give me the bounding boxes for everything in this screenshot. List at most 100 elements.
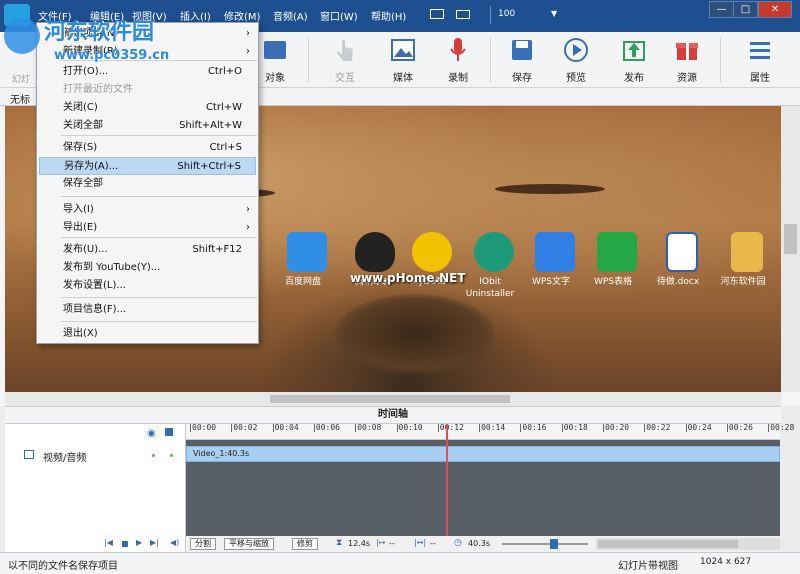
menu-separator [61, 297, 257, 298]
stage-vertical-scrollbar[interactable] [781, 106, 800, 392]
timeline-track-area[interactable]: Video_1:40.3s [186, 440, 780, 536]
desktop-icon-wps-sheet[interactable]: WPS表格 [583, 232, 643, 296]
toolbar-divider [720, 38, 721, 82]
status-dimensions: 1024 x 627 [700, 557, 752, 567]
close-button[interactable]: ✕ [758, 1, 792, 18]
menu-item-label: 项目信息(F)... [63, 304, 127, 315]
playhead[interactable] [446, 424, 449, 536]
current-time: 12.4s [348, 539, 370, 548]
file-menu-item[interactable]: 发布(U)... Shift+F12 [39, 241, 256, 259]
visibility-dot[interactable] [152, 454, 155, 457]
toolbar-divider [308, 38, 309, 82]
pan-zoom-button[interactable]: 平移与缩放 [224, 538, 274, 550]
scroll-thumb[interactable] [598, 540, 738, 548]
volume-icon[interactable]: ◀) [170, 538, 179, 547]
menu-lines-icon [750, 42, 770, 59]
track-row-video-audio[interactable]: 视频/音频 [5, 446, 185, 464]
forward-icon[interactable]: ▶| [150, 538, 159, 547]
chevron-right-icon: › [246, 28, 250, 39]
desktop-icon-label: 待做.docx [656, 277, 700, 287]
file-menu-item[interactable]: 另存为(A)... Shift+Ctrl+S [39, 157, 256, 175]
zoom-select[interactable]: 100 ▼ [490, 6, 562, 24]
file-menu-item[interactable]: 导入(I) › [39, 201, 256, 219]
zoom-slider[interactable] [502, 539, 588, 549]
desktop-icon-baidu[interactable]: 百度网盘 [273, 232, 333, 296]
gift-box-icon [676, 43, 698, 60]
split-button[interactable]: 分割 [190, 538, 216, 550]
preview-button[interactable]: 预览 [549, 32, 603, 88]
desktop-icon-folder[interactable]: 河东软件园 [713, 232, 773, 296]
ruler-tick-label: 00:08 [355, 423, 382, 432]
file-menu-item[interactable]: 退出(X) [39, 325, 256, 343]
file-menu-item[interactable]: 保存(S) Ctrl+S [39, 139, 256, 157]
file-menu-item[interactable]: 项目信息(F)... [39, 301, 256, 319]
menu-item-label: 导入(I) [63, 204, 94, 215]
file-menu-item[interactable]: 关闭全部 Shift+Alt+W [39, 117, 256, 135]
file-menu-dropdown: 新建项目(N) › 新建录制(R) › 打开(O)... Ctrl+O 打开最近的文件 关闭(… [36, 22, 259, 344]
lock-dot[interactable] [170, 454, 173, 457]
desktop-icon-label: IObit Uninstaller [465, 277, 515, 299]
chevron-right-icon: › [246, 204, 250, 215]
total-duration: 40.3s [468, 539, 490, 548]
document-tab[interactable]: 无标 [10, 91, 30, 106]
publish-button[interactable]: 发布 [607, 32, 661, 88]
stop-icon[interactable] [122, 541, 128, 547]
menu-item-label: 保存全部 [63, 178, 103, 189]
menu-window[interactable]: 窗口(W) [320, 8, 358, 23]
toolbar-divider [490, 38, 491, 82]
desktop-icon-wps-writer[interactable]: WPS文字 [521, 232, 581, 296]
wps-sheet-icon [597, 232, 637, 272]
media-button[interactable]: 媒体 [376, 32, 430, 88]
keyboard-icon[interactable] [430, 9, 444, 19]
desktop-icon-iobit[interactable]: IObit Uninstaller [460, 232, 520, 299]
objects-icon [264, 41, 286, 59]
preview-label: 预览 [566, 73, 586, 84]
menu-modify[interactable]: 修改(M) [224, 8, 260, 23]
scroll-thumb[interactable] [270, 395, 510, 403]
lock-icon[interactable] [165, 428, 173, 436]
minimize-button[interactable]: — [709, 1, 734, 18]
play-small-icon[interactable]: ▶ [136, 538, 142, 547]
timeline-horizontal-scrollbar[interactable] [596, 538, 780, 550]
menu-item-label: 导出(E) [63, 222, 98, 233]
desktop-icon-docx[interactable]: 待做.docx [648, 232, 708, 296]
desktop-icon-qq[interactable]: 腾讯QQ [341, 232, 401, 296]
file-menu-item[interactable]: 发布设置(L)... [39, 277, 256, 295]
save-button[interactable]: 保存 [495, 32, 549, 88]
scroll-thumb[interactable] [784, 224, 797, 254]
mail-icon[interactable] [456, 10, 470, 19]
maximize-button[interactable]: □ [733, 1, 758, 18]
record-button[interactable]: 录制 [431, 32, 485, 88]
chevron-right-icon: › [246, 46, 250, 57]
status-bar: 以不同的文件名保存项目 幻灯片带视图 1024 x 627 [0, 552, 800, 574]
menu-item-label: 打开最近的文件 [63, 84, 133, 95]
file-menu-item[interactable]: 导出(E) › [39, 219, 256, 237]
media-label: 媒体 [393, 73, 413, 84]
properties-button[interactable]: 属性 [733, 32, 787, 88]
menu-item-shortcut: Ctrl+S [209, 142, 242, 153]
interaction-button[interactable]: 交互 [318, 32, 372, 88]
desktop-icon-label: WPS表格 [593, 277, 633, 287]
eye-icon[interactable]: ◉ [147, 428, 156, 439]
zoom-slider-thumb[interactable] [550, 539, 558, 549]
stage-horizontal-scrollbar[interactable] [5, 392, 781, 406]
assets-button[interactable]: 资源 [660, 32, 714, 88]
mydota-icon [412, 232, 452, 272]
chevron-down-icon: ▼ [551, 9, 558, 18]
desktop-icon-mydota[interactable]: MyDoTa [398, 232, 458, 296]
video-clip[interactable]: Video_1:40.3s [186, 446, 780, 462]
menu-help[interactable]: 帮助(H) [371, 8, 406, 23]
menu-audio[interactable]: 音频(A) [273, 8, 308, 23]
file-menu-item[interactable]: 发布到 YouTube(Y)... [39, 259, 256, 277]
timeline-ruler[interactable]: 00:00 00:02 00:04 00:06 00:08 00:10 00:12 00:14… [186, 423, 794, 440]
menu-separator [61, 196, 257, 197]
ruler-tick-label: 00:26 [726, 423, 753, 432]
trim-button[interactable]: 修剪 [292, 538, 318, 550]
menu-item-shortcut: Shift+F12 [192, 244, 242, 255]
save-icon [512, 40, 532, 60]
file-menu-item[interactable]: 保存全部 [39, 175, 256, 193]
wps-writer-icon [535, 232, 575, 272]
rewind-icon[interactable]: |◀ [104, 538, 113, 547]
file-menu-item[interactable]: 关闭(C) Ctrl+W [39, 99, 256, 117]
toolbar-left-label[interactable]: 幻灯 [12, 72, 30, 85]
